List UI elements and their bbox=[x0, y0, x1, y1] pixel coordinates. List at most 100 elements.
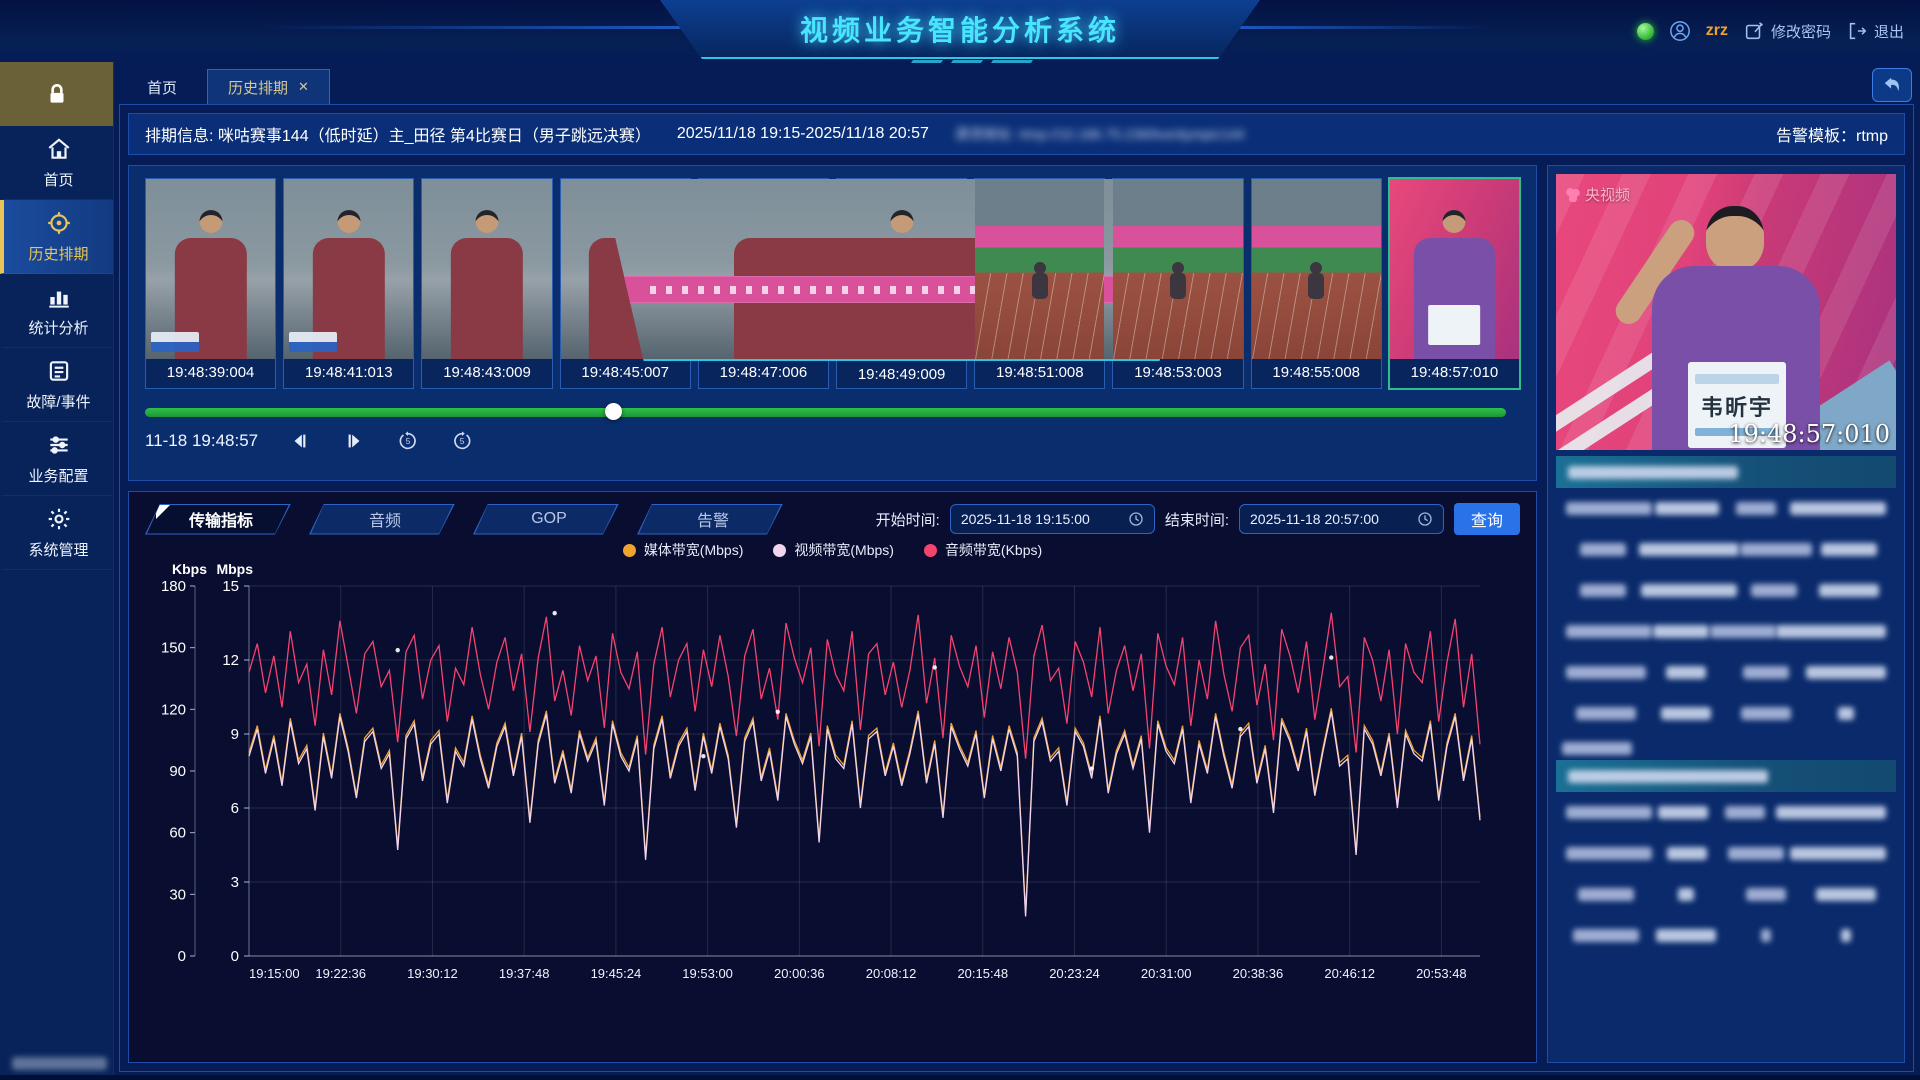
end-time-input[interactable]: 2025-11-18 20:57:00 bbox=[1239, 504, 1444, 534]
home-icon bbox=[46, 136, 72, 162]
blurred-value bbox=[1728, 847, 1784, 860]
bottom-left-blurred-tooltip bbox=[12, 1057, 107, 1070]
blurred-value bbox=[1566, 502, 1652, 515]
legend-item[interactable]: 媒体带宽(Mbps) bbox=[623, 540, 744, 560]
start-time-value: 2025-11-18 19:15:00 bbox=[961, 511, 1120, 527]
frame-thumbnail[interactable]: 19:48:55:008 bbox=[1251, 178, 1382, 389]
svg-text:Mbps: Mbps bbox=[216, 561, 253, 577]
legend-item[interactable]: 视频带宽(Mbps) bbox=[773, 540, 894, 560]
thumbnail-timestamp: 19:48:45:007 bbox=[561, 359, 690, 386]
bandwidth-chart: 19:15:0019:22:3619:30:1219:37:4819:45:24… bbox=[145, 560, 1520, 990]
blurred-value bbox=[1641, 584, 1737, 597]
sidebar-item-系统管理[interactable]: 系统管理 bbox=[0, 496, 113, 570]
player-controls: 11-18 19:48:57 5 bbox=[145, 429, 1520, 453]
collapse-back-button[interactable] bbox=[1872, 68, 1912, 102]
metric-tab-传输指标[interactable]: 传输指标 bbox=[145, 504, 297, 535]
forward-5s-button[interactable]: 5 bbox=[450, 429, 474, 453]
frame-thumbnail[interactable]: 19:48:49:009 bbox=[836, 178, 967, 389]
tab-label: 历史排期 bbox=[228, 77, 288, 98]
next-frame-button[interactable] bbox=[342, 429, 366, 453]
blurred-value bbox=[1776, 625, 1886, 638]
frame-thumbnail[interactable]: 19:48:43:009 bbox=[421, 178, 552, 389]
end-time-value: 2025-11-18 20:57:00 bbox=[1250, 511, 1409, 527]
blurred-value bbox=[1806, 666, 1886, 679]
source-url-blurred: 源流地址: rtmp://10.186.75.238/live/dympic14… bbox=[955, 124, 1244, 144]
legend-dot bbox=[773, 544, 786, 557]
frame-thumbnail[interactable]: 19:48:41:013 bbox=[283, 178, 414, 389]
svg-text:19:22:36: 19:22:36 bbox=[315, 966, 366, 981]
metric-tab-label: 音频 bbox=[310, 505, 460, 534]
stream-info-section bbox=[1556, 740, 1896, 956]
rewind-5s-button[interactable]: 5 bbox=[396, 429, 420, 453]
tab-bar: 首页 历史排期 ✕ bbox=[113, 62, 1920, 104]
legend-item[interactable]: 音频带宽(Kbps) bbox=[924, 540, 1042, 560]
change-password-button[interactable]: 修改密码 bbox=[1743, 20, 1831, 42]
schedule-time-range: 2025/11/18 19:15-2025/11/18 20:57 bbox=[677, 125, 929, 143]
start-time-input[interactable]: 2025-11-18 19:15:00 bbox=[950, 504, 1155, 534]
frame-thumbnail[interactable]: 19:48:39:004 bbox=[145, 178, 276, 389]
query-button[interactable]: 查询 bbox=[1454, 503, 1520, 535]
sidebar-lock-tile[interactable] bbox=[0, 62, 113, 126]
blurred-value bbox=[1566, 806, 1652, 819]
footer-strip bbox=[0, 1075, 1920, 1080]
blurred-value bbox=[1678, 888, 1694, 901]
bar-chart-icon bbox=[46, 284, 72, 310]
blurred-value bbox=[1736, 502, 1776, 515]
tab-label: 首页 bbox=[147, 77, 177, 98]
svg-text:20:15:48: 20:15:48 bbox=[957, 966, 1008, 981]
blurred-value bbox=[1838, 707, 1854, 720]
previous-frame-button[interactable] bbox=[288, 429, 312, 453]
thumbnail-image bbox=[284, 179, 413, 359]
header-decoration-left bbox=[260, 26, 690, 29]
alarm-template-label: 告警模板：rtmp bbox=[1776, 122, 1888, 146]
sidebar-item-统计分析[interactable]: 统计分析 bbox=[0, 274, 113, 348]
sidebar-item-首页[interactable]: 首页 bbox=[0, 126, 113, 200]
watermark-logo-icon bbox=[1566, 188, 1580, 202]
timeline-track[interactable] bbox=[145, 408, 1506, 417]
timeline-handle[interactable] bbox=[605, 403, 622, 420]
video-preview: 韦昕宇 央视频 19:48:57:010 bbox=[1556, 174, 1896, 450]
blurred-value bbox=[1658, 806, 1708, 819]
info-row bbox=[1556, 874, 1896, 915]
thumbnail-image bbox=[422, 179, 551, 359]
sidebar-item-历史排期[interactable]: 历史排期 bbox=[0, 200, 113, 274]
metric-tab-告警[interactable]: 告警 bbox=[637, 504, 789, 535]
frame-thumbnail[interactable]: 19:48:53:003 bbox=[1112, 178, 1243, 389]
logout-button[interactable]: 退出 bbox=[1846, 20, 1904, 42]
info-row bbox=[1556, 915, 1896, 956]
svg-text:180: 180 bbox=[161, 578, 186, 595]
sidebar-item-业务配置[interactable]: 业务配置 bbox=[0, 422, 113, 496]
blurred-value bbox=[1576, 707, 1636, 720]
blurred-value bbox=[1751, 584, 1797, 597]
svg-text:0: 0 bbox=[178, 948, 186, 965]
svg-text:20:38:36: 20:38:36 bbox=[1233, 966, 1284, 981]
svg-text:19:37:48: 19:37:48 bbox=[499, 966, 550, 981]
tab-首页[interactable]: 首页 bbox=[127, 70, 197, 104]
sidebar: 首页历史排期统计分析故障/事件业务配置系统管理 bbox=[0, 62, 114, 1080]
tab-历史排期[interactable]: 历史排期 ✕ bbox=[207, 69, 330, 104]
metric-tab-GOP[interactable]: GOP bbox=[473, 504, 625, 535]
blurred-value bbox=[1562, 742, 1632, 755]
blurred-value bbox=[1573, 929, 1639, 942]
sidebar-item-故障/事件[interactable]: 故障/事件 bbox=[0, 348, 113, 422]
logout-icon bbox=[1846, 20, 1868, 42]
athlete-head bbox=[1706, 206, 1764, 270]
frame-thumbnail[interactable]: 19:48:57:010 bbox=[1388, 177, 1521, 390]
metric-tab-label: GOP bbox=[474, 505, 624, 534]
svg-text:5: 5 bbox=[406, 437, 411, 446]
blurred-value bbox=[1841, 929, 1851, 942]
tab-close-icon[interactable]: ✕ bbox=[298, 79, 309, 95]
legend-label: 音频带宽(Kbps) bbox=[945, 540, 1042, 560]
thumbnail-timestamp: 19:48:47:006 bbox=[699, 359, 828, 386]
sidebar-item-label: 历史排期 bbox=[28, 243, 88, 264]
metric-tab-音频[interactable]: 音频 bbox=[309, 504, 461, 535]
frame-thumbnail[interactable]: 19:48:51:008 bbox=[974, 178, 1105, 389]
svg-text:20:31:00: 20:31:00 bbox=[1141, 966, 1192, 981]
thumbnail-timestamp: 19:48:51:008 bbox=[975, 359, 1104, 386]
user-cluster: zrz 修改密码 退出 bbox=[1637, 0, 1904, 62]
content-columns: 19:48:39:00419:48:41:01319:48:43:009 19:4… bbox=[128, 165, 1905, 1063]
clock-icon bbox=[1128, 511, 1144, 527]
chart-legend: 媒体带宽(Mbps) 视频带宽(Mbps) 音频带宽(Kbps) bbox=[145, 540, 1520, 560]
content-frame: 排期信息: 咪咕赛事144（低时延）主_田径 第4比赛日（男子跳远决赛） 202… bbox=[119, 104, 1914, 1072]
info-row bbox=[1556, 833, 1896, 874]
